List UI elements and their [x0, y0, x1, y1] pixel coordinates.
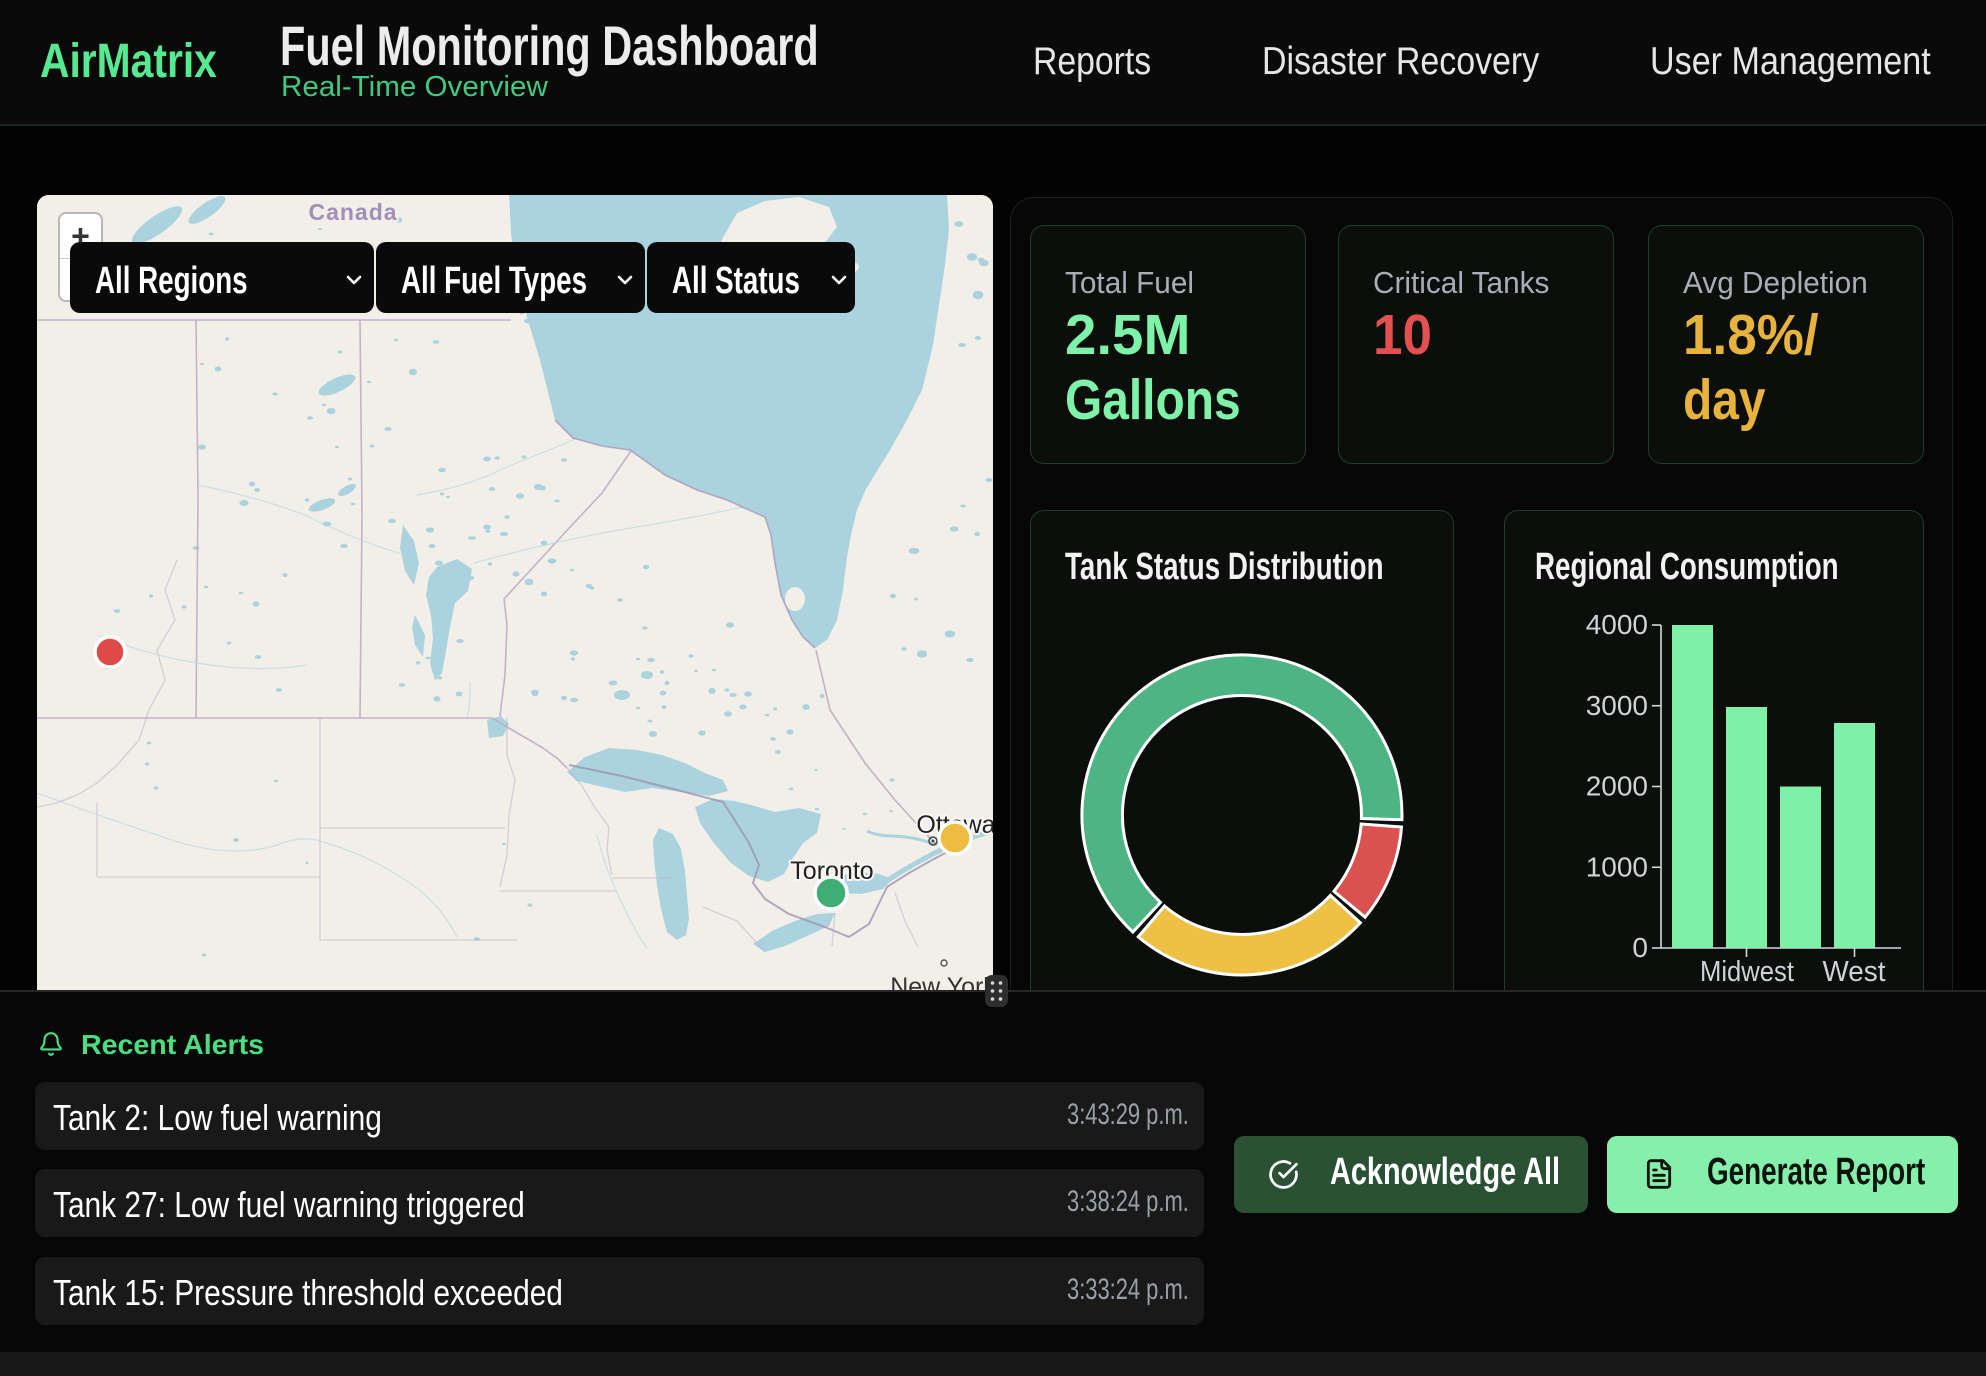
svg-text:Canada: Canada	[308, 199, 397, 225]
svg-text:Midwest: Midwest	[1700, 956, 1794, 988]
svg-text:1000: 1000	[1586, 851, 1648, 882]
svg-text:2000: 2000	[1586, 771, 1648, 802]
svg-text:New York: New York	[890, 973, 993, 990]
svg-text:3000: 3000	[1586, 690, 1648, 721]
svg-text:4000: 4000	[1586, 609, 1648, 640]
svg-text:0: 0	[1632, 932, 1648, 963]
svg-text:West: West	[1823, 956, 1886, 988]
